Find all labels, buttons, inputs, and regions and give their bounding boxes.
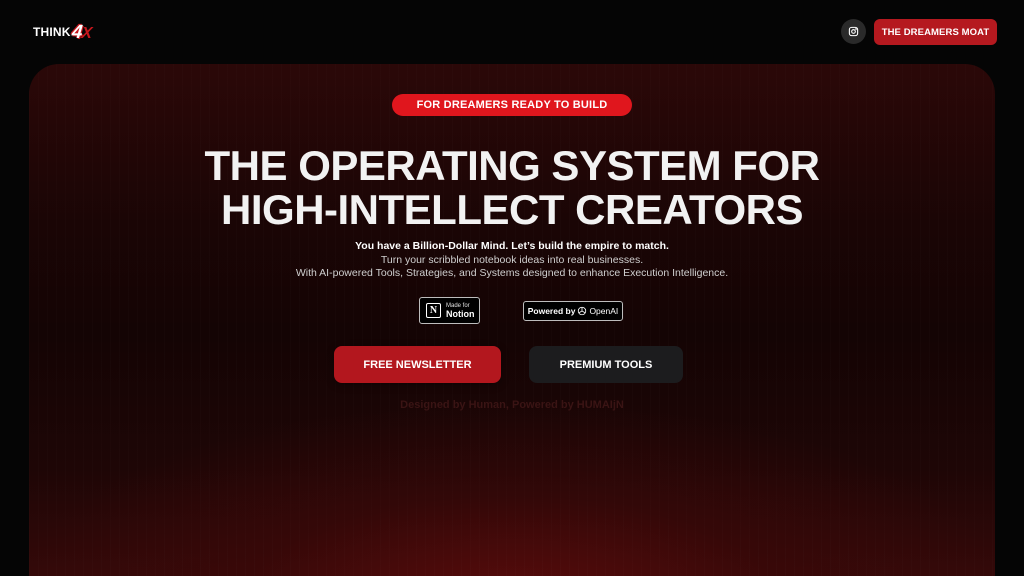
credit-line: Designed by Human, Powered by HUMAIjN xyxy=(400,399,624,411)
openai-badge-name: OpenAI xyxy=(589,306,619,316)
page: THINK 4X THE DREAMERS MOAT FOR DREAMERS … xyxy=(0,0,1024,576)
notion-icon: N xyxy=(426,303,441,318)
openai-icon xyxy=(577,306,587,316)
logo-mark: 4X xyxy=(71,22,93,43)
premium-tools-button[interactable]: PREMIUM TOOLS xyxy=(529,346,683,383)
notion-badge-small: Made for xyxy=(446,302,470,309)
hero-headline: THE OPERATING SYSTEM FOR HIGH-INTELLECT … xyxy=(29,144,995,232)
think4x-logo[interactable]: THINK 4X xyxy=(33,21,93,43)
hero-subtext: You have a Billion-Dollar Mind. Let’s bu… xyxy=(29,240,995,281)
instagram-button[interactable] xyxy=(841,19,866,44)
site-header: THINK 4X THE DREAMERS MOAT xyxy=(0,0,1024,64)
instagram-icon xyxy=(848,26,859,37)
headline-line-1: THE OPERATING SYSTEM FOR xyxy=(204,142,820,189)
tagline-pill: FOR DREAMERS READY TO BUILD xyxy=(392,94,632,116)
notion-badge-big: Notion xyxy=(446,308,475,319)
free-newsletter-button[interactable]: FREE NEWSLETTER xyxy=(334,346,501,383)
subtext-line-3: With AI-powered Tools, Strategies, and S… xyxy=(295,267,729,279)
subtext-line-2: Turn your scribbled notebook ideas into … xyxy=(380,253,644,266)
logo-mark-x: X xyxy=(80,24,93,42)
powered-by-openai-badge[interactable]: Powered by OpenAI xyxy=(523,301,623,321)
hero-section: FOR DREAMERS READY TO BUILD THE OPERATIN… xyxy=(29,64,995,576)
headline-line-2: HIGH-INTELLECT CREATORS xyxy=(221,186,803,233)
subtext-line-1: You have a Billion-Dollar Mind. Let’s bu… xyxy=(355,240,669,252)
dreamers-moat-button[interactable]: THE DREAMERS MOAT xyxy=(874,19,997,45)
openai-badge-prefix: Powered by xyxy=(527,306,576,316)
notion-badge-text: Made for Notion xyxy=(446,303,475,319)
made-for-notion-badge[interactable]: N Made for Notion xyxy=(419,297,480,324)
logo-text: THINK xyxy=(33,25,71,39)
